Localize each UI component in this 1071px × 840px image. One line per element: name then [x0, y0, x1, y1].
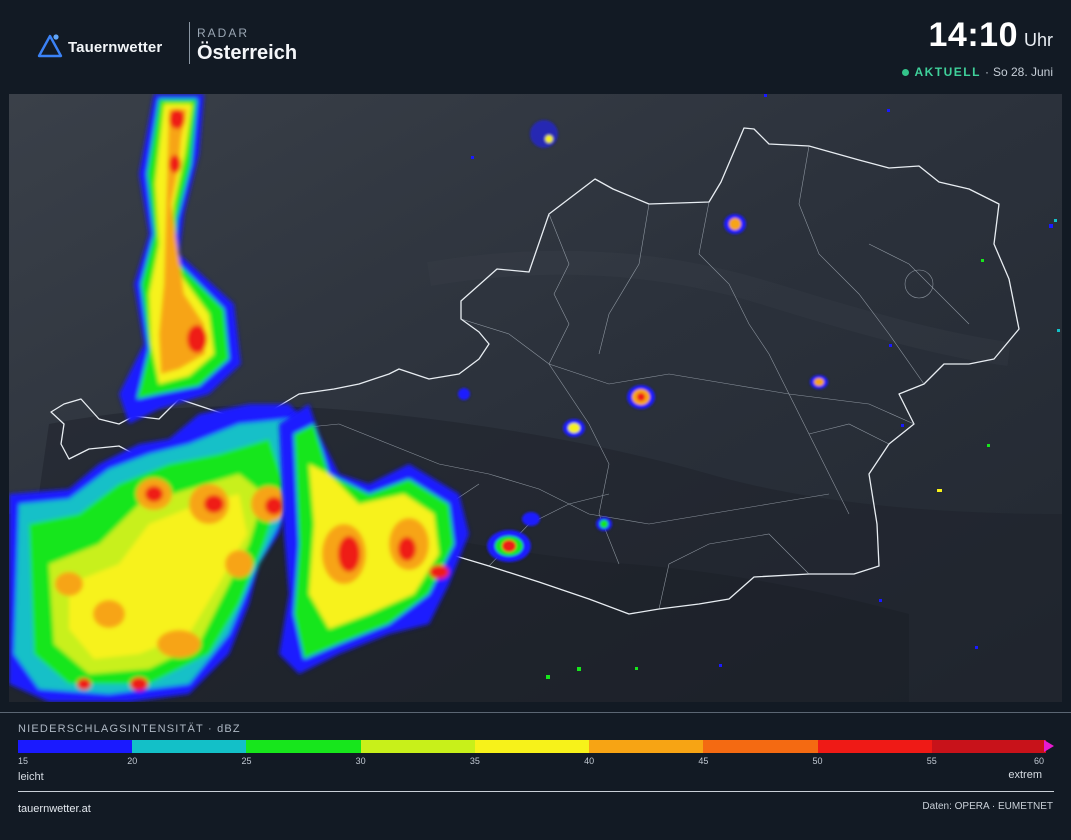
- legend-segment: [589, 740, 704, 753]
- legend-tick-label: 30: [355, 756, 366, 766]
- legend-tick-label: 25: [241, 756, 252, 766]
- legend-high-label: extrem: [1008, 769, 1042, 781]
- footer-data-source: Daten: OPERA · EUMETNET: [922, 801, 1053, 812]
- status-separator: ·: [984, 65, 989, 79]
- live-indicator-icon: [902, 68, 910, 76]
- legend-tick-label: 45: [698, 756, 709, 766]
- legend-segment: [474, 740, 590, 753]
- legend-tick-label: 50: [812, 756, 823, 766]
- status-line: AKTUELL · So 28. Juni: [902, 65, 1053, 79]
- clock-time: 14:10: [928, 16, 1018, 54]
- status-date: So 28. Juni: [992, 65, 1053, 79]
- brand-name: Tauernwetter: [68, 39, 163, 56]
- legend-segment: [246, 740, 361, 753]
- legend-tick-label: 40: [584, 756, 595, 766]
- live-label: AKTUELL: [914, 65, 981, 79]
- legend-segment: [703, 740, 818, 753]
- legend-divider: [0, 712, 1071, 713]
- legend-segment: [360, 740, 475, 753]
- header-divider: [189, 22, 190, 64]
- legend-tick-label: 60: [1034, 756, 1045, 766]
- legend-tick-label: 20: [127, 756, 138, 766]
- radar-map-canvas: [9, 94, 1062, 702]
- legend-segment: [931, 740, 1046, 753]
- clock: 14:10 Uhr: [929, 16, 1053, 55]
- legend-tick-label: 35: [469, 756, 480, 766]
- legend-tick-label: 55: [926, 756, 937, 766]
- legend-segment: [132, 740, 247, 753]
- legend-title: NIEDERSCHLAGSINTENSITÄT · dBZ: [18, 723, 241, 735]
- section-kicker: RADAR: [197, 26, 250, 40]
- legend-tick-label: 15: [18, 756, 29, 766]
- legend-segment: [18, 740, 133, 753]
- intensity-color-scale: [18, 740, 1046, 753]
- clock-unit: Uhr: [1023, 30, 1053, 50]
- footer-divider: [18, 791, 1054, 792]
- legend-low-label: leicht: [18, 771, 44, 783]
- extreme-arrow-icon: [1044, 740, 1054, 752]
- brand-logo[interactable]: Tauernwetter: [36, 31, 162, 64]
- legend-ticks: 15 20 25 30 35 40 45 50 55 60: [18, 756, 1046, 768]
- header: Tauernwetter RADAR Österreich 14:10 Uhr …: [0, 0, 1071, 92]
- page-title: Österreich: [197, 42, 298, 64]
- mountain-triangle-icon: [36, 31, 64, 64]
- legend-segment: [817, 740, 932, 753]
- footer-site-link[interactable]: tauernwetter.at: [18, 803, 91, 815]
- radar-map[interactable]: [9, 94, 1062, 702]
